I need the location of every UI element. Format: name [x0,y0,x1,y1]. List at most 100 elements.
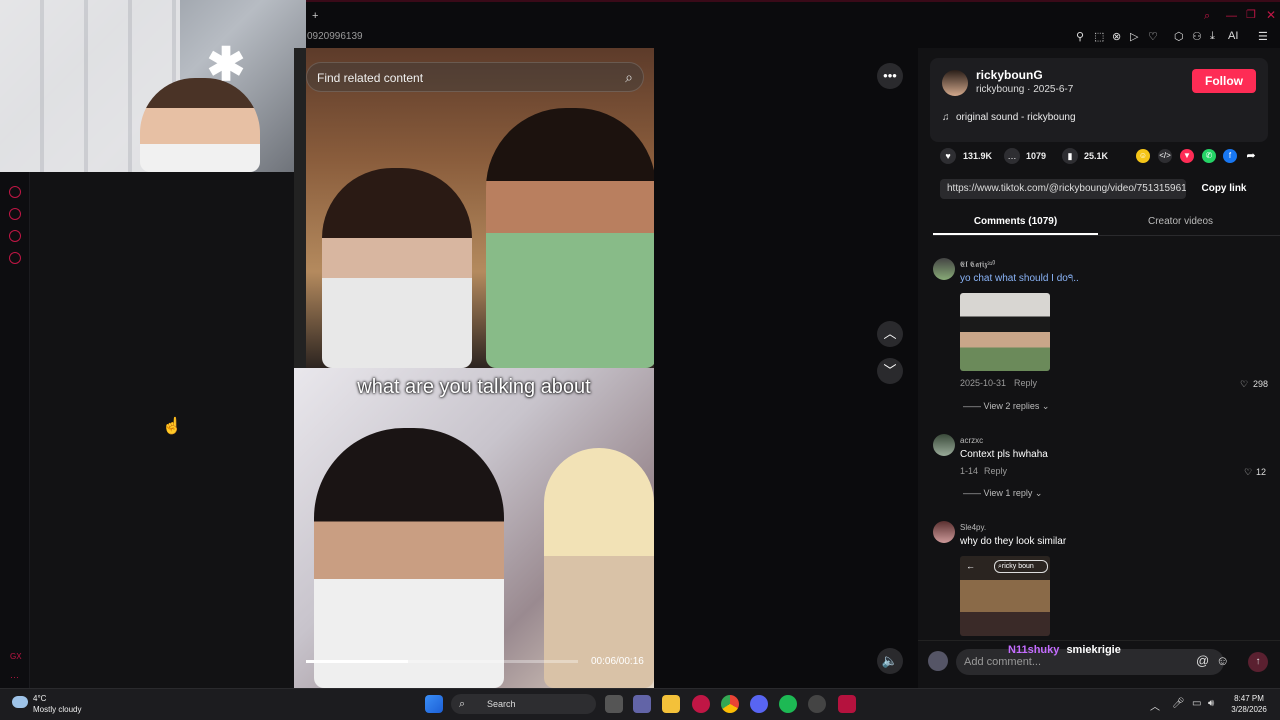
snapshot-icon[interactable]: ⬚ [1094,30,1104,43]
comment-like-count: 298 [1253,379,1269,389]
comment-text: yo chat what should I do੧.. [960,273,1079,284]
author-name[interactable]: rickybounG [976,68,1043,82]
comment-avatar[interactable] [933,258,955,280]
comment-reply-button[interactable]: Reply [1014,378,1037,388]
search-icon[interactable]: ⌕ [625,69,633,86]
bookmark-icon[interactable]: ▮ [1062,148,1078,164]
block-icon[interactable]: ⊗ [1112,30,1121,43]
search-icon[interactable]: ⌕ [1204,10,1210,23]
opera-gx-icon[interactable] [692,695,710,713]
follow-button[interactable]: Follow [1192,69,1256,93]
taskbar-search[interactable]: ⌕ Search [451,694,596,714]
sidebar-settings-icon[interactable] [9,252,21,264]
coin-share-icon[interactable]: ☺ [1136,149,1150,163]
user-avatar[interactable] [928,651,948,671]
mic-icon[interactable]: 🎤︎ [1172,698,1185,709]
video-player[interactable]: what are you talking about Find related … [294,48,654,688]
details-panel: rickybounG rickyboung · 2025-6-7 Follow … [918,48,1280,688]
whatsapp-share-icon[interactable]: ✆ [1202,149,1216,163]
minimize-icon[interactable]: — [1226,10,1237,22]
comment-date: 2025-10-31 [960,378,1007,388]
network-icon[interactable]: ▭ [1192,698,1201,709]
more-options-button[interactable]: ••• [877,63,903,89]
comment-username[interactable]: acrzxc [960,436,983,445]
view-replies-button[interactable]: —— View 2 replies ⌄ [963,401,1049,412]
comment-avatar[interactable] [933,434,955,456]
streamer-logo: ✱ [206,38,246,90]
video-link-field[interactable]: https://www.tiktok.com/@rickyboung/video… [940,179,1186,199]
music-title[interactable]: original sound - rickyboung [956,112,1076,123]
comment-username[interactable]: 𝕰𝖑 𝕮𝖆𝖋𝖎𝖟³¹⁰ [960,260,995,270]
previous-video-button[interactable]: ︿ [877,321,903,347]
send-button[interactable]: ↑ [1248,652,1268,672]
menu-icon[interactable]: ☰ [1258,30,1268,43]
tab-creator-videos[interactable]: Creator videos [1098,209,1263,235]
browser-top-bar: + ⌕ — ❐ ✕ [306,0,1280,30]
clock-time[interactable]: 8:47 PM [1229,694,1269,703]
copy-link-button[interactable]: Copy link [1194,179,1254,199]
mention-icon[interactable]: @ [1196,653,1209,668]
gx-icon[interactable]: GX [10,652,22,661]
ai-icon[interactable]: AI [1228,30,1238,42]
video-top-half [306,48,654,368]
comment-text: Context pls hwhaha [960,449,1048,460]
embed-share-icon[interactable]: </> [1158,149,1172,163]
teams-icon[interactable] [633,695,651,713]
restore-icon[interactable]: ❐ [1246,8,1256,21]
app-icon[interactable] [838,695,856,713]
comment-like-count: 12 [1256,467,1267,477]
forward-share-icon[interactable]: ➦ [1244,149,1258,163]
next-video-button[interactable]: ﹀ [877,358,903,384]
screen: + ⌕ — ❐ ✕ ⚲ ⬚ ⊗ ▷ ♡ ⬡ ⚇ ⤓ AI ☰ 092099613… [0,0,1280,720]
download-icon[interactable]: ⤓ [1210,30,1215,43]
author-avatar[interactable] [942,70,968,96]
task-view-icon[interactable] [605,695,623,713]
pin-icon[interactable]: ⚲ [1076,30,1084,43]
steam-icon[interactable] [808,695,826,713]
comment-icon[interactable]: … [1004,148,1020,164]
emoji-icon[interactable]: ☺ [1216,653,1229,668]
tray-chevron-icon[interactable]: ︿ [1150,698,1160,713]
profile-icon[interactable]: ⚇ [1192,30,1202,43]
discord-icon[interactable] [750,695,768,713]
webcam-person [140,78,260,172]
view-replies-label: View 1 reply [983,488,1033,498]
comment-like-icon[interactable]: ♡ [1244,467,1252,478]
volume-icon[interactable]: 🔊︎ [1208,698,1214,709]
spotify-icon[interactable] [779,695,797,713]
comment-avatar[interactable] [933,521,955,543]
tab-comments[interactable]: Comments (1079) [933,209,1098,235]
webcam-feed: ✱ [0,0,306,172]
weather-icon[interactable] [12,696,28,708]
heart-icon[interactable]: ♡ [1148,30,1158,43]
view-replies-label: View 2 replies [983,401,1040,411]
overlay-user-1: N11shuky [1008,644,1060,656]
extensions-icon[interactable]: ⬡ [1174,30,1184,43]
file-explorer-icon[interactable] [662,695,680,713]
sidebar-player-icon[interactable] [9,186,21,198]
video-progress-fill [306,660,408,663]
phone-id-text: 0920996139 [307,31,363,42]
comment-image[interactable] [960,293,1050,371]
view-replies-button[interactable]: —— View 1 reply ⌄ [963,488,1042,499]
play-icon[interactable]: ▷ [1130,30,1138,43]
facebook-share-icon[interactable]: f [1223,149,1237,163]
video-progress-bar[interactable] [306,660,578,663]
comment-image[interactable]: ← ⌕ricky boun [960,556,1050,636]
sidebar-extensions-icon[interactable] [9,230,21,242]
comment-reply-button[interactable]: Reply [984,466,1007,476]
new-tab-button[interactable]: + [312,10,318,22]
sidebar-history-icon[interactable] [9,208,21,220]
start-icon[interactable] [425,695,443,713]
chrome-icon[interactable] [721,695,739,713]
comment-like-icon[interactable]: ♡ [1240,379,1248,390]
opera-sidebar [0,172,30,688]
like-icon[interactable]: ♥ [940,148,956,164]
close-icon[interactable]: ✕ [1266,8,1276,22]
sidebar-more-icon[interactable]: ··· [10,672,19,682]
comment-username[interactable]: Sle4py. [960,523,986,532]
send-share-icon[interactable]: ▼ [1180,149,1194,163]
find-related-search[interactable]: Find related content ⌕ [306,62,644,92]
volume-button[interactable]: 🔈 [877,648,903,674]
clock-date[interactable]: 3/28/2026 [1229,705,1269,714]
